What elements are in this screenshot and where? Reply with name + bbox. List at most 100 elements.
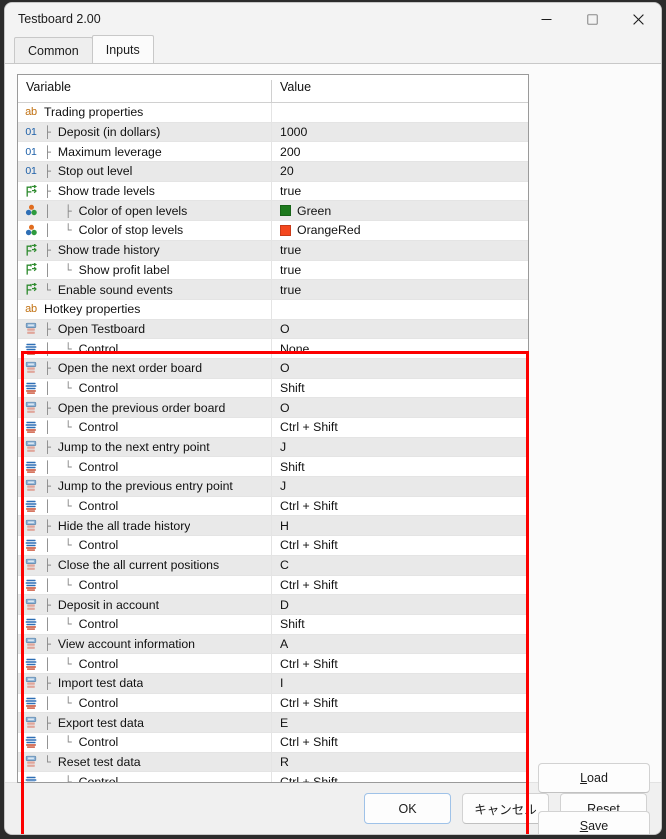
variable-name: Hotkey properties <box>44 302 141 317</box>
variable-name: Control <box>78 735 119 750</box>
grid-value-cell[interactable]: 200 <box>272 142 528 161</box>
grid-row[interactable]: │ └ Control Ctrl + Shift <box>18 575 528 596</box>
grid-group-row[interactable]: ab Hotkey properties <box>18 299 528 320</box>
tab-common[interactable]: Common <box>14 37 93 63</box>
grid-row[interactable]: ├ Open the previous order board O <box>18 398 528 418</box>
modifier-key-type-icon <box>18 536 44 555</box>
column-header-value: Value <box>280 80 312 94</box>
grid-row[interactable]: 01 ├ Stop out level 20 <box>18 162 528 182</box>
variable-name: Control <box>78 656 119 671</box>
close-button[interactable] <box>615 3 661 35</box>
grid-value-cell[interactable]: O <box>272 359 528 378</box>
grid-row[interactable]: │ └ Control Ctrl + Shift <box>18 418 528 438</box>
grid-header-variable-cell: Variable <box>18 80 272 102</box>
grid-value-cell[interactable]: O <box>272 320 528 339</box>
grid-value-cell[interactable]: Ctrl + Shift <box>272 497 528 516</box>
grid-value-cell[interactable]: true <box>272 241 528 260</box>
tree-connector: ├ <box>44 184 58 199</box>
grid-value-cell[interactable]: 20 <box>272 162 528 181</box>
grid-row[interactable]: │ └ Color of stop levels OrangeRed <box>18 221 528 241</box>
grid-row[interactable]: │ └ Control Ctrl + Shift <box>18 654 528 674</box>
grid-row[interactable]: ├ Import test data I <box>18 673 528 694</box>
grid-value-cell[interactable]: E <box>272 713 528 732</box>
grid-row[interactable]: ├ View account information A <box>18 634 528 655</box>
variable-name: Jump to the previous entry point <box>57 479 233 494</box>
grid-value-cell[interactable]: Ctrl + Shift <box>272 536 528 555</box>
grid-value-cell[interactable] <box>272 103 528 122</box>
tree-connector: ├ <box>44 558 58 573</box>
grid-row[interactable]: │ └ Control Shift <box>18 378 528 399</box>
tab-inputs[interactable]: Inputs <box>91 35 154 63</box>
grid-row[interactable]: ├ Hide the all trade history H <box>18 516 528 537</box>
grid-row[interactable]: │ └ Control Ctrl + Shift <box>18 693 528 714</box>
grid-value-cell[interactable] <box>272 300 528 319</box>
grid-row[interactable]: ├ Close the all current positions C <box>18 555 528 576</box>
variable-name: Trading properties <box>44 105 144 120</box>
grid-value-cell[interactable]: Ctrl + Shift <box>272 418 528 437</box>
maximize-button[interactable] <box>569 3 615 35</box>
grid-row[interactable]: ├ Deposit in account D <box>18 595 528 615</box>
grid-value-cell[interactable]: I <box>272 674 528 693</box>
grid-value-cell[interactable]: Ctrl + Shift <box>272 576 528 595</box>
grid-row[interactable]: 01 ├ Deposit (in dollars) 1000 <box>18 122 528 143</box>
grid-row[interactable]: └ Control Ctrl + Shift <box>18 772 528 782</box>
minimize-button[interactable] <box>523 3 569 35</box>
grid-value-cell[interactable]: None <box>272 339 528 358</box>
grid-header-value-cell: Value <box>272 80 528 102</box>
cancel-button[interactable]: キャンセル <box>462 793 549 824</box>
grid-row[interactable]: ├ Open the next order board O <box>18 358 528 379</box>
load-button[interactable]: Load <box>538 763 650 793</box>
variable-value: Ctrl + Shift <box>280 656 338 671</box>
grid-value-cell[interactable]: Shift <box>272 457 528 476</box>
grid-row[interactable]: │ └ Control Shift <box>18 614 528 635</box>
grid-value-cell[interactable]: R <box>272 753 528 772</box>
grid-value-cell[interactable]: true <box>272 261 528 280</box>
grid-value-cell[interactable]: true <box>272 182 528 201</box>
grid-row[interactable]: │ └ Control Ctrl + Shift <box>18 733 528 753</box>
save-button[interactable]: Save <box>538 811 650 834</box>
variable-value: J <box>280 440 287 455</box>
grid-value-cell[interactable]: Shift <box>272 615 528 634</box>
modifier-key-type-icon <box>18 694 44 713</box>
ok-button[interactable]: OK <box>364 793 451 824</box>
grid-row[interactable]: │ └ Control Ctrl + Shift <box>18 536 528 556</box>
grid-value-cell[interactable]: D <box>272 595 528 614</box>
grid-variable-cell: │ └ Control <box>18 536 272 555</box>
grid-row[interactable]: ├ Export test data E <box>18 713 528 733</box>
grid-row[interactable]: ├ Open Testboard O <box>18 319 528 340</box>
grid-row[interactable]: │ └ Control Ctrl + Shift <box>18 496 528 517</box>
variable-value: Ctrl + Shift <box>280 577 338 592</box>
grid-value-cell[interactable]: C <box>272 556 528 575</box>
grid-row[interactable]: ├ Jump to the previous entry point J <box>18 477 528 497</box>
grid-row[interactable]: │ ├ Color of open levels Green <box>18 201 528 222</box>
grid-value-cell[interactable]: H <box>272 516 528 535</box>
inputs-grid[interactable]: Variable Value ab Trading properties 01 ├ D… <box>17 74 529 783</box>
grid-group-row[interactable]: ab Trading properties <box>18 103 528 123</box>
grid-value-cell[interactable]: J <box>272 438 528 457</box>
grid-value-cell[interactable]: 1000 <box>272 123 528 142</box>
grid-value-cell[interactable]: O <box>272 398 528 417</box>
grid-row[interactable]: └ Enable sound events true <box>18 280 528 300</box>
grid-value-cell[interactable]: Ctrl + Shift <box>272 654 528 673</box>
integer-type-icon: 01 <box>25 126 37 139</box>
variable-name: Export test data <box>57 715 144 730</box>
variable-name: Open the next order board <box>57 361 203 376</box>
grid-value-cell[interactable]: J <box>272 477 528 496</box>
grid-value-cell[interactable]: OrangeRed <box>272 221 528 240</box>
grid-value-cell[interactable]: true <box>272 280 528 299</box>
grid-value-cell[interactable]: Shift <box>272 379 528 398</box>
grid-row[interactable]: │ └ Control Shift <box>18 457 528 478</box>
grid-row[interactable]: │ └ Show profit label true <box>18 260 528 281</box>
grid-value-cell[interactable]: A <box>272 635 528 654</box>
grid-row[interactable]: ├ Jump to the next entry point J <box>18 437 528 458</box>
grid-value-cell[interactable]: Ctrl + Shift <box>272 694 528 713</box>
grid-row[interactable]: └ Reset test data R <box>18 752 528 773</box>
grid-row[interactable]: ├ Show trade levels true <box>18 181 528 202</box>
grid-value-cell[interactable]: Ctrl + Shift <box>272 772 528 782</box>
grid-row[interactable]: 01 ├ Maximum leverage 200 <box>18 142 528 163</box>
hotkey-type-icon <box>18 516 44 535</box>
grid-value-cell[interactable]: Ctrl + Shift <box>272 733 528 752</box>
grid-value-cell[interactable]: Green <box>272 201 528 220</box>
grid-row[interactable]: │ └ Control None <box>18 339 528 359</box>
grid-row[interactable]: ├ Show trade history true <box>18 240 528 261</box>
